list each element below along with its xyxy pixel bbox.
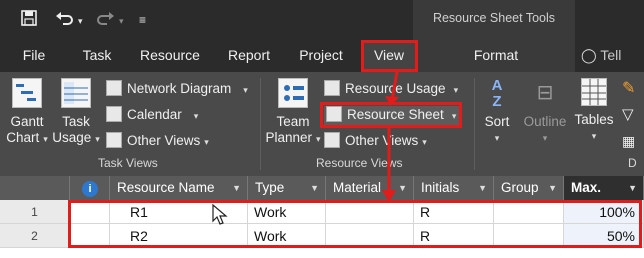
header-max-label: Max. (571, 180, 602, 195)
other-views-icon (106, 132, 122, 148)
select-all-corner[interactable] (0, 176, 70, 200)
chevron-down-icon: ▾ (43, 134, 48, 144)
chevron-down-icon: ▾ (204, 137, 209, 147)
tables-icon (581, 78, 607, 106)
header-material-label: Material (333, 180, 382, 195)
redo-icon[interactable] (94, 9, 116, 33)
gantt-chart-button[interactable]: Gantt Chart ▾ (4, 78, 50, 147)
header-group-label: Group (501, 180, 539, 195)
sort-button[interactable]: AZ Sort ▾ (478, 78, 516, 146)
title-bar: ▾ ▾ ≡ Resource Sheet Tools (0, 0, 644, 40)
sort-label: Sort (484, 114, 510, 129)
tab-task[interactable]: Task (74, 40, 120, 72)
outline-icon: ⊟ (536, 82, 554, 104)
outline-label: Outline (523, 114, 567, 129)
chevron-down-icon: ▾ (193, 111, 199, 121)
tab-resource[interactable]: Resource (133, 40, 207, 72)
resource-usage-icon (324, 80, 340, 96)
resource-other-views-button[interactable]: Other Views ▾ (324, 132, 427, 151)
task-other-views-label: Other Views (127, 133, 201, 148)
sort-icon: AZ (491, 77, 503, 110)
other-views-icon (324, 132, 340, 148)
chevron-down-icon: ▾ (95, 134, 100, 144)
chevron-down-icon: ▾ (591, 131, 597, 141)
calendar-icon (106, 106, 122, 122)
redo-dropdown-icon[interactable]: ▾ (119, 11, 124, 31)
info-icon: i (82, 181, 98, 197)
grid-header: i Resource Name ▼ Type ▼ Material ▼ Initial… (0, 176, 644, 200)
chevron-down-icon: ▾ (422, 137, 427, 147)
header-group[interactable]: Group ▼ (494, 176, 564, 200)
customize-qat-icon[interactable]: ≡ (139, 10, 146, 30)
gantt-chart-icon (12, 78, 42, 108)
chevron-down-icon: ▾ (243, 85, 248, 95)
header-max[interactable]: Max. ▼ (564, 176, 644, 200)
group-by-icon[interactable]: ▦ (622, 132, 635, 150)
context-tab-label: Resource Sheet Tools (413, 0, 575, 40)
header-resource-name-label: Resource Name (117, 180, 215, 195)
chevron-down-icon: ▾ (453, 85, 459, 95)
team-planner-label-2: Planner (265, 130, 312, 145)
resource-views-group-label: Resource Views (316, 156, 403, 170)
grid-rows-highlight (68, 200, 642, 248)
calendar-button[interactable]: Calendar ▾ (106, 106, 198, 125)
filter-icon[interactable]: ▽ (622, 106, 634, 124)
team-planner-label-1: Team (276, 114, 310, 129)
indicators-header[interactable]: i (70, 176, 110, 200)
header-type[interactable]: Type ▼ (248, 176, 326, 200)
chevron-down-icon: ▾ (542, 133, 548, 143)
tab-file[interactable]: File (12, 40, 56, 72)
tab-report[interactable]: Report (220, 40, 278, 72)
save-icon[interactable] (20, 9, 38, 33)
task-other-views-button[interactable]: Other Views ▾ (106, 132, 209, 151)
row-number[interactable]: 2 (0, 224, 70, 248)
resource-usage-label: Resource Usage (345, 81, 446, 96)
task-views-group-label: Task Views (98, 156, 158, 170)
chevron-down-icon: ▼ (310, 183, 319, 193)
task-usage-button[interactable]: Task Usage ▾ (52, 78, 100, 147)
header-initials-label: Initials (421, 180, 460, 195)
chevron-down-icon: ▼ (398, 183, 407, 193)
task-usage-label-2: Usage (52, 130, 92, 145)
resource-sheet-highlight (320, 102, 462, 128)
chevron-down-icon: ▼ (628, 183, 637, 193)
ribbon-tabs: File Task Resource Report Project View F… (0, 40, 644, 93)
chevron-down-icon: ▼ (548, 183, 557, 193)
task-usage-label-1: Task (62, 114, 90, 129)
tab-project[interactable]: Project (291, 40, 351, 72)
undo-dropdown-icon[interactable]: ▾ (78, 11, 83, 31)
team-planner-button[interactable]: Team Planner ▾ (264, 78, 322, 147)
outline-button: ⊟ Outline ▾ (520, 78, 570, 146)
tell-me-box[interactable]: ◯ Tell me (575, 40, 644, 93)
tables-label: Tables (574, 112, 614, 127)
network-diagram-label: Network Diagram (127, 81, 232, 96)
header-type-label: Type (255, 180, 285, 195)
view-tab-highlight (361, 40, 418, 72)
chevron-down-icon: ▾ (316, 134, 321, 144)
gantt-chart-label-1: Gantt (10, 114, 44, 129)
header-material[interactable]: Material ▼ (326, 176, 414, 200)
data-group-label: D (628, 156, 637, 170)
network-diagram-button[interactable]: Network Diagram ▾ (106, 80, 248, 99)
header-initials[interactable]: Initials ▼ (414, 176, 494, 200)
tab-format[interactable]: Format (417, 40, 575, 72)
task-usage-icon (61, 78, 91, 108)
chevron-down-icon: ▼ (232, 183, 241, 193)
resource-other-views-label: Other Views (345, 133, 419, 148)
lightbulb-icon: ◯ (581, 47, 597, 63)
chevron-down-icon: ▼ (478, 183, 487, 193)
header-resource-name[interactable]: Resource Name ▼ (110, 176, 248, 200)
row-number[interactable]: 1 (0, 200, 70, 224)
gantt-chart-label-2: Chart (6, 130, 40, 145)
undo-icon[interactable] (54, 9, 76, 33)
network-diagram-icon (106, 80, 122, 96)
group-divider (474, 78, 475, 170)
calendar-label: Calendar (127, 107, 182, 122)
team-planner-icon (278, 78, 308, 108)
tables-button[interactable]: Tables ▾ (572, 78, 616, 144)
chevron-down-icon: ▾ (494, 133, 500, 143)
highlight-icon[interactable]: ✎ (622, 80, 635, 98)
group-divider (260, 78, 261, 170)
resource-usage-button[interactable]: Resource Usage ▾ (324, 80, 458, 99)
